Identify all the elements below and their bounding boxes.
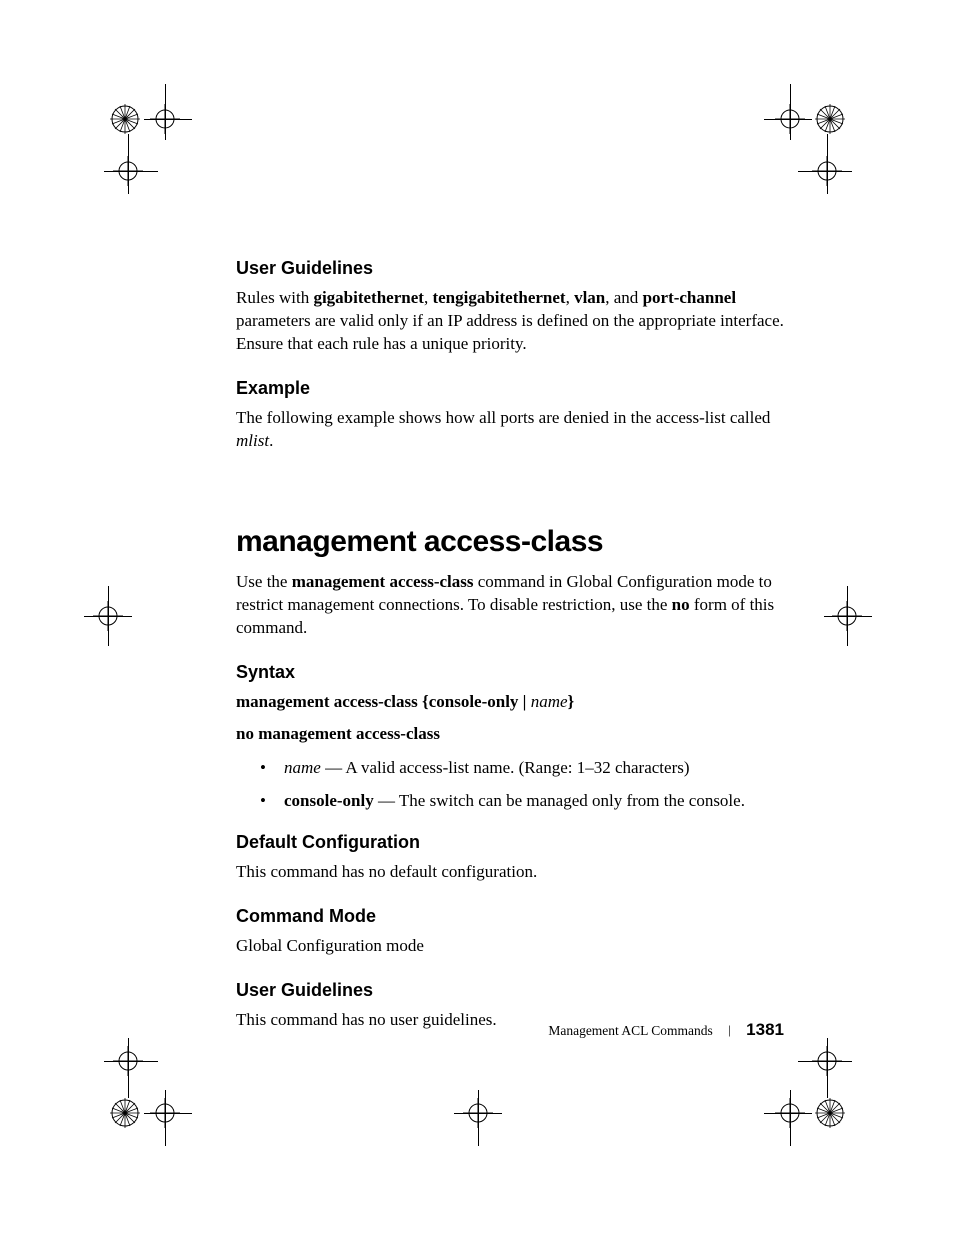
keyword: gigabitethernet bbox=[313, 288, 423, 307]
crop-line bbox=[764, 1113, 812, 1114]
heading-example: Example bbox=[236, 378, 784, 399]
variable: name bbox=[284, 758, 321, 777]
crop-line bbox=[128, 1038, 129, 1098]
command-title: management access-class bbox=[236, 525, 784, 559]
heading-user-guidelines-1: User Guidelines bbox=[236, 258, 784, 279]
crop-line bbox=[798, 171, 852, 172]
crop-line bbox=[128, 134, 129, 194]
crop-line bbox=[165, 84, 166, 140]
command-intro: Use the management access-class command … bbox=[236, 571, 784, 640]
crop-line bbox=[790, 84, 791, 140]
crop-line bbox=[798, 1061, 852, 1062]
list-item: console-only — The switch can be managed… bbox=[236, 789, 784, 814]
heading-command-mode: Command Mode bbox=[236, 906, 784, 927]
reg-mark-icon bbox=[110, 104, 140, 134]
crop-line bbox=[104, 171, 158, 172]
reg-mark-icon bbox=[815, 1098, 845, 1128]
user-guidelines-body-1: Rules with gigabitethernet, tengigabitet… bbox=[236, 287, 784, 356]
text: , bbox=[566, 288, 575, 307]
text: The following example shows how all port… bbox=[236, 408, 770, 427]
crop-line bbox=[144, 1113, 192, 1114]
crop-line bbox=[165, 1090, 166, 1146]
syntax-text: } bbox=[568, 692, 575, 711]
text: . bbox=[269, 431, 273, 450]
reg-mark-icon bbox=[110, 1098, 140, 1128]
syntax-line-1: management access-class {console-only | … bbox=[236, 691, 784, 714]
default-config-body: This command has no default configuratio… bbox=[236, 861, 784, 884]
text: parameters are valid only if an IP addre… bbox=[236, 311, 784, 353]
footer-page-number: 1381 bbox=[746, 1020, 784, 1039]
keyword: no bbox=[672, 595, 690, 614]
keyword: console-only bbox=[284, 791, 374, 810]
keyword: port-channel bbox=[643, 288, 737, 307]
crop-line bbox=[827, 1038, 828, 1098]
reg-mark-icon bbox=[815, 104, 845, 134]
command-name: management access-class bbox=[292, 572, 474, 591]
page-footer: Management ACL Commands | 1381 bbox=[0, 1020, 954, 1040]
heading-user-guidelines-2: User Guidelines bbox=[236, 980, 784, 1001]
example-body: The following example shows how all port… bbox=[236, 407, 784, 453]
list-item: name — A valid access-list name. (Range:… bbox=[236, 756, 784, 781]
text: Use the bbox=[236, 572, 292, 591]
page: User Guidelines Rules with gigabitethern… bbox=[0, 0, 954, 1235]
crop-line bbox=[824, 616, 872, 617]
heading-syntax: Syntax bbox=[236, 662, 784, 683]
crop-line bbox=[454, 1113, 502, 1114]
crop-line bbox=[790, 1090, 791, 1146]
text: Rules with bbox=[236, 288, 313, 307]
crop-line bbox=[104, 1061, 158, 1062]
variable: name bbox=[531, 692, 568, 711]
footer-separator-icon: | bbox=[728, 1022, 731, 1037]
crop-line bbox=[84, 616, 132, 617]
syntax-line-2: no management access-class bbox=[236, 723, 784, 746]
variable: mlist bbox=[236, 431, 269, 450]
crop-line bbox=[478, 1090, 479, 1146]
syntax-text: management access-class {console-only | bbox=[236, 692, 531, 711]
command-mode-body: Global Configuration mode bbox=[236, 935, 784, 958]
text: — A valid access-list name. (Range: 1–32… bbox=[321, 758, 690, 777]
text: — The switch can be managed only from th… bbox=[374, 791, 745, 810]
crop-line bbox=[764, 119, 812, 120]
crop-line bbox=[144, 119, 192, 120]
keyword: tengigabitethernet bbox=[432, 288, 565, 307]
text: , and bbox=[605, 288, 642, 307]
heading-default-config: Default Configuration bbox=[236, 832, 784, 853]
footer-chapter: Management ACL Commands bbox=[548, 1023, 712, 1038]
keyword: vlan bbox=[574, 288, 605, 307]
content-area: User Guidelines Rules with gigabitethern… bbox=[236, 258, 784, 1049]
crop-line bbox=[827, 134, 828, 194]
parameter-list: name — A valid access-list name. (Range:… bbox=[236, 756, 784, 813]
